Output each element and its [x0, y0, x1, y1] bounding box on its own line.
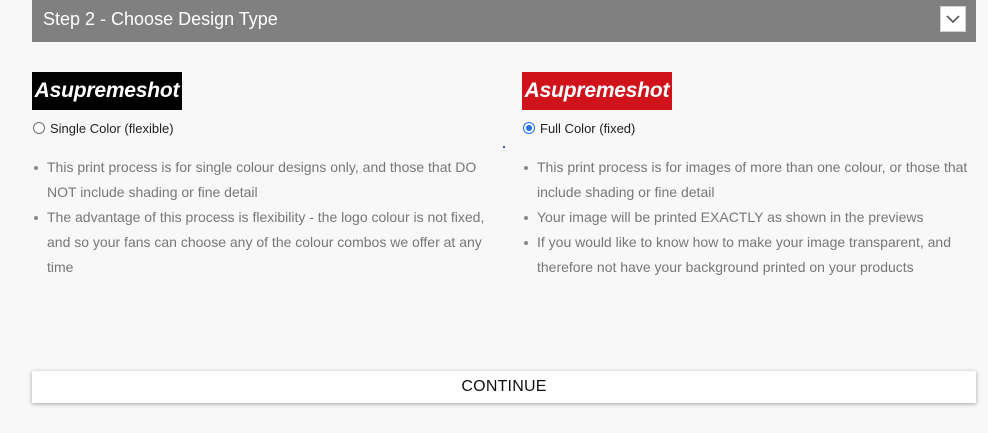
full-color-radio-row[interactable]: Full Color (fixed)	[522, 120, 982, 136]
option-full-color: Asupremeshot Full Color (fixed) This pri…	[522, 72, 982, 280]
full-color-points: This print process is for images of more…	[522, 155, 982, 280]
list-item: The advantage of this process is flexibi…	[34, 205, 492, 280]
single-color-label[interactable]: Single Color (flexible)	[50, 121, 174, 136]
single-color-points: This print process is for single colour …	[32, 155, 492, 280]
full-color-label[interactable]: Full Color (fixed)	[540, 121, 635, 136]
continue-button[interactable]: CONTINUE	[32, 371, 976, 403]
list-item: This print process is for single colour …	[34, 155, 492, 205]
collapse-toggle-button[interactable]	[940, 6, 966, 32]
full-color-radio[interactable]	[523, 122, 535, 134]
list-item: If you would like to know how to make yo…	[524, 230, 982, 280]
stray-dot	[503, 146, 505, 148]
logo-full-color: Asupremeshot	[522, 72, 672, 110]
single-color-radio[interactable]	[33, 122, 45, 134]
step-title: Step 2 - Choose Design Type	[43, 9, 278, 29]
chevron-down-icon	[946, 15, 960, 24]
logo-single-color: Asupremeshot	[32, 72, 182, 110]
option-single-color: Asupremeshot Single Color (flexible) Thi…	[32, 72, 492, 280]
step-header: Step 2 - Choose Design Type	[32, 0, 976, 42]
single-color-radio-row[interactable]: Single Color (flexible)	[32, 120, 492, 136]
list-item: Your image will be printed EXACTLY as sh…	[524, 205, 982, 230]
list-item: This print process is for images of more…	[524, 155, 982, 205]
